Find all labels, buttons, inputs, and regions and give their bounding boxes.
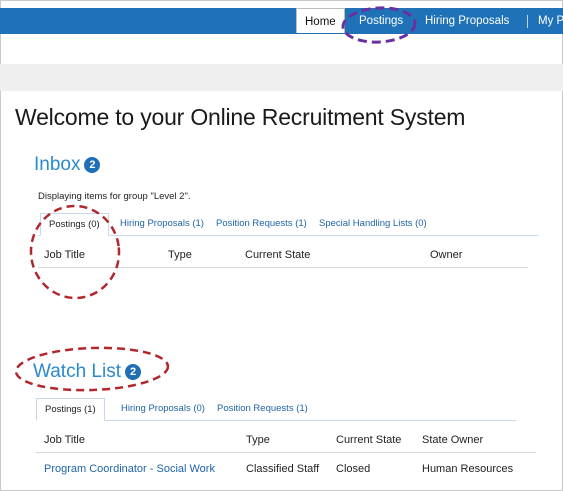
nav-hiring-proposals[interactable]: Hiring Proposals	[425, 8, 509, 34]
sub-header-bar	[0, 64, 563, 91]
group-note: Displaying items for group "Level 2".	[38, 191, 191, 202]
watch-row-current-state: Closed	[336, 463, 371, 475]
inbox-tab-position-requests[interactable]: Position Requests (1)	[216, 213, 307, 235]
watch-row-job-title-link[interactable]: Program Coordinator - Social Work	[44, 463, 215, 475]
inbox-col-job-title[interactable]: Job Title	[44, 249, 85, 261]
inbox-tab-special-handling-lists[interactable]: Special Handling Lists (0)	[319, 213, 427, 235]
watch-col-type[interactable]: Type	[246, 434, 270, 446]
watch-row-type: Classified Staff	[246, 463, 320, 475]
watch-list-title: Watch List	[33, 361, 121, 382]
watch-header-rule	[36, 452, 536, 453]
inbox-col-current-state[interactable]: Current State	[245, 249, 310, 261]
inbox-tabs: Postings (0) Hiring Proposals (1) Positi…	[38, 213, 538, 236]
watch-col-state-owner[interactable]: State Owner	[422, 434, 483, 446]
inbox-title: Inbox	[34, 154, 81, 175]
nav-my-portal[interactable]: My P	[538, 8, 563, 34]
nav-separator	[527, 15, 528, 28]
watch-row-state-owner: Human Resources	[422, 463, 514, 475]
watch-tab-position-requests[interactable]: Position Requests (1)	[217, 398, 308, 420]
watch-list-count-badge: 2	[125, 364, 141, 380]
page-title: Welcome to your Online Recruitment Syste…	[15, 104, 466, 130]
watch-list-heading: Watch List 2	[33, 361, 141, 383]
inbox-col-type[interactable]: Type	[168, 249, 192, 261]
top-nav: Home Postings Hiring Proposals My P	[0, 8, 563, 34]
inbox-tab-hiring-proposals[interactable]: Hiring Proposals (1)	[120, 213, 204, 235]
inbox-header-rule	[38, 267, 528, 268]
watch-list-tabs: Postings (1) Hiring Proposals (0) Positi…	[36, 398, 516, 421]
inbox-count-badge: 2	[84, 157, 101, 173]
inbox-col-owner[interactable]: Owner	[430, 249, 462, 261]
watch-col-current-state[interactable]: Current State	[336, 434, 401, 446]
nav-postings[interactable]: Postings	[359, 8, 403, 34]
inbox-heading: Inbox 2	[34, 154, 101, 176]
inbox-tab-postings[interactable]: Postings (0)	[40, 213, 109, 236]
nav-home[interactable]: Home	[296, 8, 345, 33]
watch-tab-hiring-proposals[interactable]: Hiring Proposals (0)	[121, 398, 205, 420]
watch-tab-postings[interactable]: Postings (1)	[36, 398, 105, 421]
watch-col-job-title[interactable]: Job Title	[44, 434, 85, 446]
